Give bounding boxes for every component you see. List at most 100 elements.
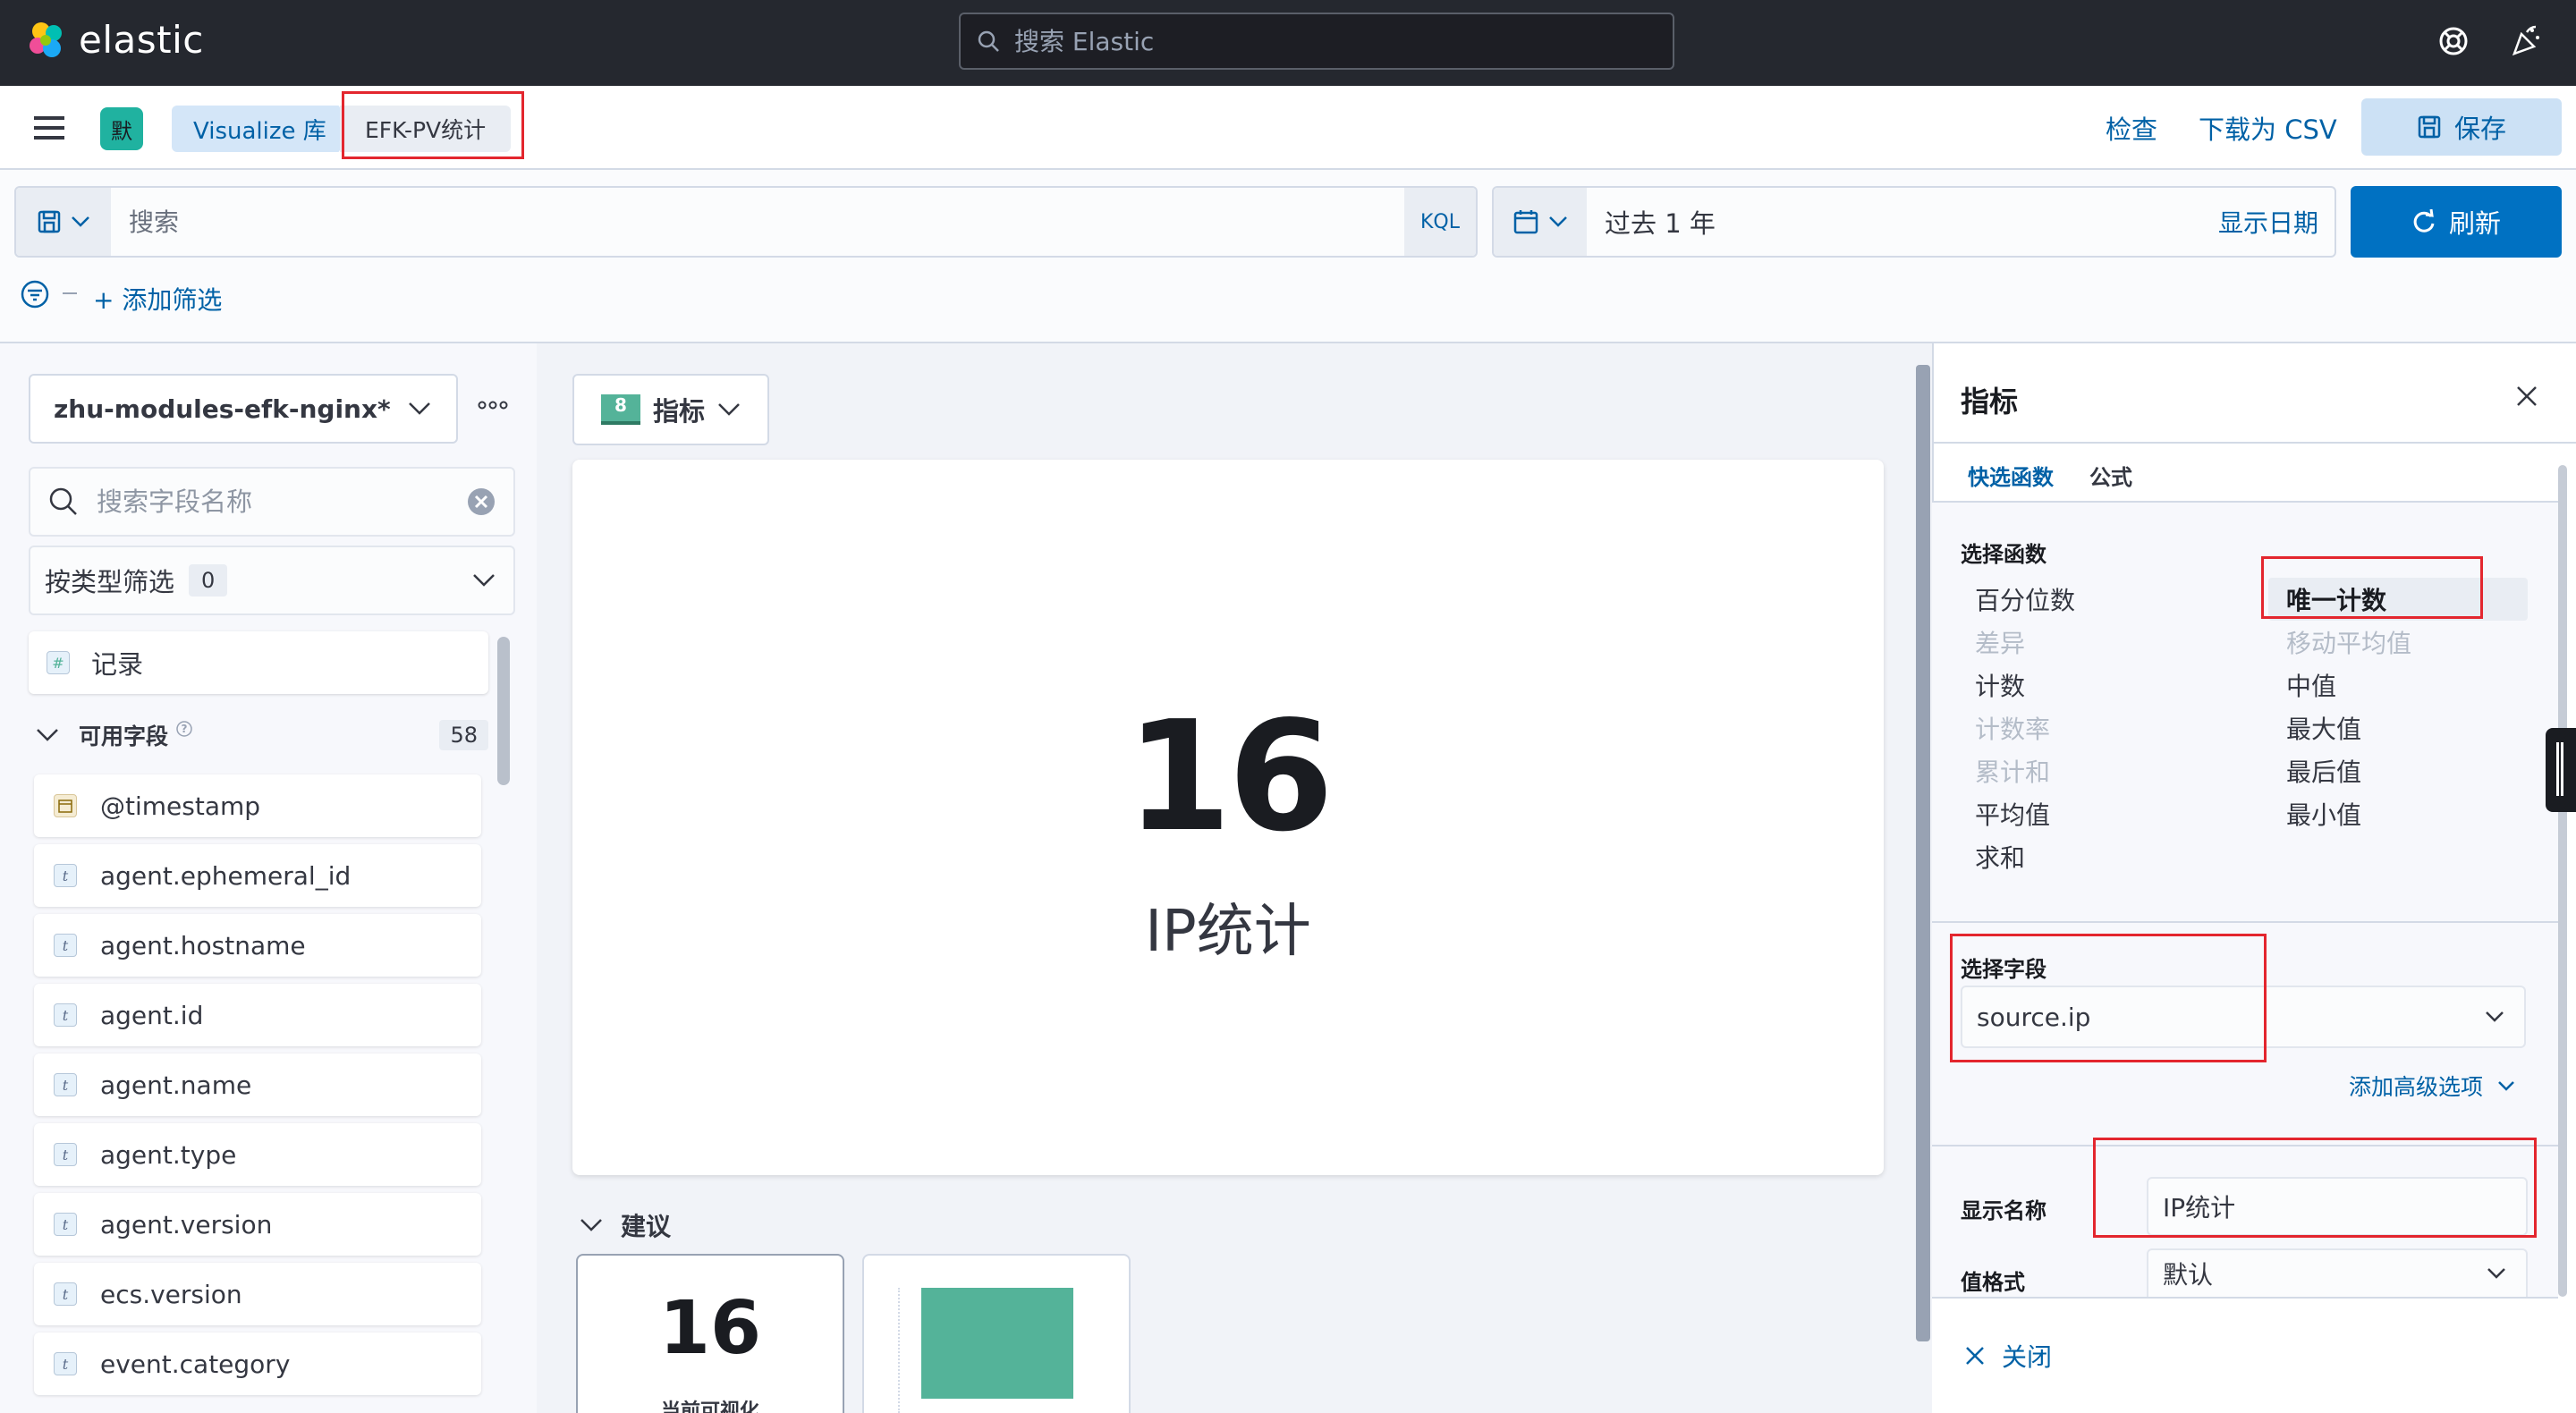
chevron-down-icon [2486,1011,2504,1022]
add-filter-button[interactable]: + 添加筛选 [93,281,222,317]
chevron-down-icon [473,574,495,587]
help-icon[interactable] [2437,25,2470,57]
chart-type-label: 指标 [652,396,705,427]
flyout-title: 指标 [1961,385,2019,419]
close-icon[interactable] [2515,385,2538,408]
function-option[interactable]: 中值 [2286,667,2336,703]
chevron-down-icon [37,729,58,741]
date-quick-select-button[interactable] [1494,188,1587,256]
chevron-down-icon [2498,1081,2514,1091]
close-flyout-button[interactable]: 关闭 [1964,1338,2052,1374]
saved-query-button[interactable] [16,188,111,256]
index-pattern-select[interactable]: zhu-modules-efk-nginx* [29,374,458,444]
available-field-list: @timestamp t agent.ephemeral_id t agent.host… [34,774,481,1402]
annotation-highlight-box [2093,1138,2537,1238]
save-label: 保存 [2453,114,2506,144]
value-format-value: 默认 [2163,1260,2214,1290]
drag-handle-icon [2556,742,2563,796]
type-filter-button[interactable]: 按类型筛选 0 [29,546,515,615]
close-icon [1966,1347,1984,1365]
download-csv-button[interactable]: 下载为 CSV [2199,109,2337,147]
filter-menu-icon[interactable] [20,279,50,309]
records-field[interactable]: # 记录 [29,631,488,694]
breadcrumb-visualize-library[interactable]: Visualize 库 [172,106,353,152]
string-type-icon: t [54,1143,77,1166]
divider [1932,921,2558,923]
display-name-label: 显示名称 [1961,1198,2046,1223]
field-item[interactable]: t agent.id [34,984,481,1046]
field-item[interactable]: t agent.name [34,1053,481,1116]
newsfeed-icon[interactable] [2509,23,2543,57]
date-range-text[interactable]: 过去 1 年 [1587,188,2218,256]
show-dates-link[interactable]: 显示日期 [2218,188,2334,256]
field-item[interactable]: t agent.type [34,1123,481,1186]
field-item[interactable]: t ecs.version [34,1263,481,1325]
suggestion-bar [921,1288,1073,1399]
brand-name: elastic [79,18,204,62]
function-option: 累计和 [1975,757,2051,787]
value-format-select[interactable]: 默认 [2147,1248,2528,1297]
suggestions-header[interactable]: 建议 [580,1207,671,1243]
function-option[interactable]: 平均值 [1975,796,2050,832]
clear-icon[interactable] [467,487,496,516]
suggestion-current-label: 当前可视化 [660,1400,759,1413]
advanced-options-toggle[interactable]: 添加高级选项 [2349,1070,2515,1102]
field-search-input[interactable] [97,487,449,517]
field-item[interactable]: t agent.version [34,1193,481,1256]
function-option[interactable]: 求和 [1975,839,2025,875]
metric-chart-icon: 8 [600,394,640,425]
function-option[interactable]: 最大值 [2286,710,2361,746]
hamburger-menu-icon[interactable] [34,114,66,141]
query-input[interactable] [111,188,1404,256]
close-label: 关闭 [2002,1342,2053,1372]
inspect-button[interactable]: 检查 [2106,109,2157,147]
tab-formula[interactable]: 公式 [2089,460,2132,491]
scroll-thumb[interactable] [497,637,510,785]
function-option: 计数率 [1975,715,2051,744]
saved-query-icon [38,210,61,233]
function-option[interactable]: 最小值 [2286,796,2361,832]
field-name: agent.id [100,1000,204,1030]
refresh-button[interactable]: 刷新 [2351,186,2562,258]
global-search-input[interactable] [1014,26,1640,56]
number-type-icon: # [47,651,70,674]
calendar-icon [1513,210,1538,234]
field-item[interactable]: @timestamp [34,774,481,837]
function-option: 移动平均值 [2286,629,2412,658]
more-options-icon[interactable] [478,400,508,410]
string-type-icon: t [54,1282,77,1306]
string-type-icon: t [54,934,77,957]
function-option[interactable]: 最后值 [2286,753,2361,789]
value-format-label: 值格式 [1961,1270,2025,1295]
field-item[interactable]: t agent.ephemeral_id [34,844,481,907]
field-search-box[interactable] [29,467,515,537]
field-item[interactable]: t event.category [34,1333,481,1395]
elastic-logo[interactable]: elastic [27,18,204,62]
available-fields-header[interactable]: 可用字段 ? 58 [36,715,488,755]
function-option[interactable]: 计数 [1975,667,2025,703]
workspace-scroll-thumb[interactable] [1916,365,1930,1341]
refresh-icon [2413,209,2435,233]
chevron-down-icon [409,402,430,415]
suggestions-label: 建议 [621,1212,672,1241]
save-button[interactable]: 保存 [2361,98,2562,156]
field-name: agent.hostname [100,930,306,960]
date-type-icon [54,794,77,817]
records-label: 记录 [91,649,144,680]
select-function-label: 选择函数 [1961,542,2046,567]
field-item[interactable]: t agent.hostname [34,914,481,977]
global-search-box[interactable] [959,13,1674,70]
type-filter-count: 0 [189,564,228,597]
field-name: agent.ephemeral_id [100,860,352,891]
chart-type-switch[interactable]: 8 指标 [572,374,769,445]
query-bar: KQL [14,186,1478,258]
function-option[interactable]: 百分位数 [1975,581,2075,617]
field-name: @timestamp [100,791,261,821]
flyout-scroll-thumb[interactable] [2558,465,2567,1297]
refresh-label: 刷新 [2448,208,2501,239]
string-type-icon: t [54,1073,77,1096]
space-avatar[interactable]: 默 [100,107,143,150]
query-language-button[interactable]: KQL [1404,188,1476,256]
string-type-icon: t [54,1003,77,1027]
suggestion-current-value: 16 [658,1286,762,1371]
